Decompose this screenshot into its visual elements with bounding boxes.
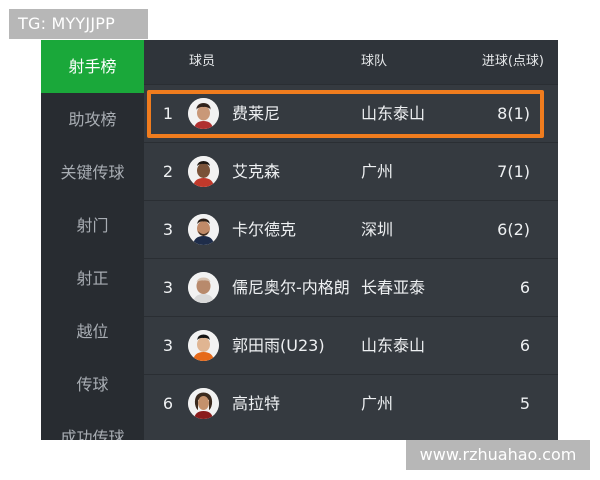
player-name: 郭田雨(U23) (232, 336, 325, 355)
screenshot-stage: 射手榜 助攻榜 关键传球 射门 射正 越位 传球 成功传球 球员 球队 进球(点… (0, 0, 600, 480)
player-avatar (188, 214, 219, 245)
watermark-tag: TG: MYYJJPP (9, 9, 148, 39)
sidebar-item-shots-on-target[interactable]: 射正 (41, 252, 144, 305)
table-row[interactable]: 6 高拉特 广州 5 (144, 374, 558, 432)
table-row[interactable]: 1 费莱尼 山东泰山 8(1) (144, 84, 558, 142)
goals-value: 7(1) (497, 162, 530, 181)
sidebar-item-shots[interactable]: 射门 (41, 199, 144, 252)
team-name: 深圳 (361, 220, 394, 239)
header-player: 球员 (189, 54, 216, 69)
team-name: 广州 (361, 394, 394, 413)
sidebar-item-top-scorers[interactable]: 射手榜 (41, 40, 144, 93)
row-rank: 3 (162, 278, 174, 297)
sidebar-item-successful-passes[interactable]: 成功传球 (41, 411, 144, 440)
row-rank: 6 (162, 394, 174, 413)
player-avatar (188, 388, 219, 419)
goals-value: 8(1) (497, 104, 530, 123)
player-name: 费莱尼 (232, 104, 281, 123)
player-avatar (188, 330, 219, 361)
goals-value: 6(2) (497, 220, 530, 239)
sidebar-item-offsides[interactable]: 越位 (41, 305, 144, 358)
team-name: 山东泰山 (361, 336, 426, 355)
sidebar-item-assists[interactable]: 助攻榜 (41, 93, 144, 146)
team-name: 长春亚泰 (361, 278, 426, 297)
team-name: 山东泰山 (361, 104, 426, 123)
category-sidebar: 射手榜 助攻榜 关键传球 射门 射正 越位 传球 成功传球 (41, 40, 144, 440)
goals-value: 5 (519, 394, 530, 413)
sidebar-item-passes[interactable]: 传球 (41, 358, 144, 411)
table-header: 球员 球队 进球(点球) (144, 40, 558, 84)
row-rank: 1 (162, 104, 174, 123)
team-name: 广州 (361, 162, 394, 181)
row-rank: 3 (162, 336, 174, 355)
table-row[interactable]: 3 儒尼奥尔-内格朗 长春亚泰 6 (144, 258, 558, 316)
player-name: 卡尔德克 (232, 220, 297, 239)
table-row[interactable]: 3 郭田雨(U23) 山东泰山 6 (144, 316, 558, 374)
player-name: 儒尼奥尔-内格朗 (232, 278, 350, 297)
header-team: 球队 (361, 54, 388, 69)
leaderboard-panel: 射手榜 助攻榜 关键传球 射门 射正 越位 传球 成功传球 球员 球队 进球(点… (41, 40, 558, 440)
goals-value: 6 (519, 336, 530, 355)
row-rank: 3 (162, 220, 174, 239)
watermark-url: www.rzhuahao.com (406, 440, 590, 470)
player-name: 艾克森 (232, 162, 281, 181)
table-row[interactable]: 2 艾克森 广州 7(1) (144, 142, 558, 200)
goals-value: 6 (519, 278, 530, 297)
header-goals: 进球(点球) (481, 54, 544, 69)
row-rank: 2 (162, 162, 174, 181)
player-avatar (188, 272, 219, 303)
scorers-table: 球员 球队 进球(点球) 1 费莱尼 山东泰山 8(1) 2 艾克森 广州 7(… (144, 40, 558, 440)
player-name: 高拉特 (232, 394, 281, 413)
player-avatar (188, 156, 219, 187)
player-avatar (188, 98, 219, 129)
table-row[interactable]: 3 卡尔德克 深圳 6(2) (144, 200, 558, 258)
sidebar-item-key-passes[interactable]: 关键传球 (41, 146, 144, 199)
